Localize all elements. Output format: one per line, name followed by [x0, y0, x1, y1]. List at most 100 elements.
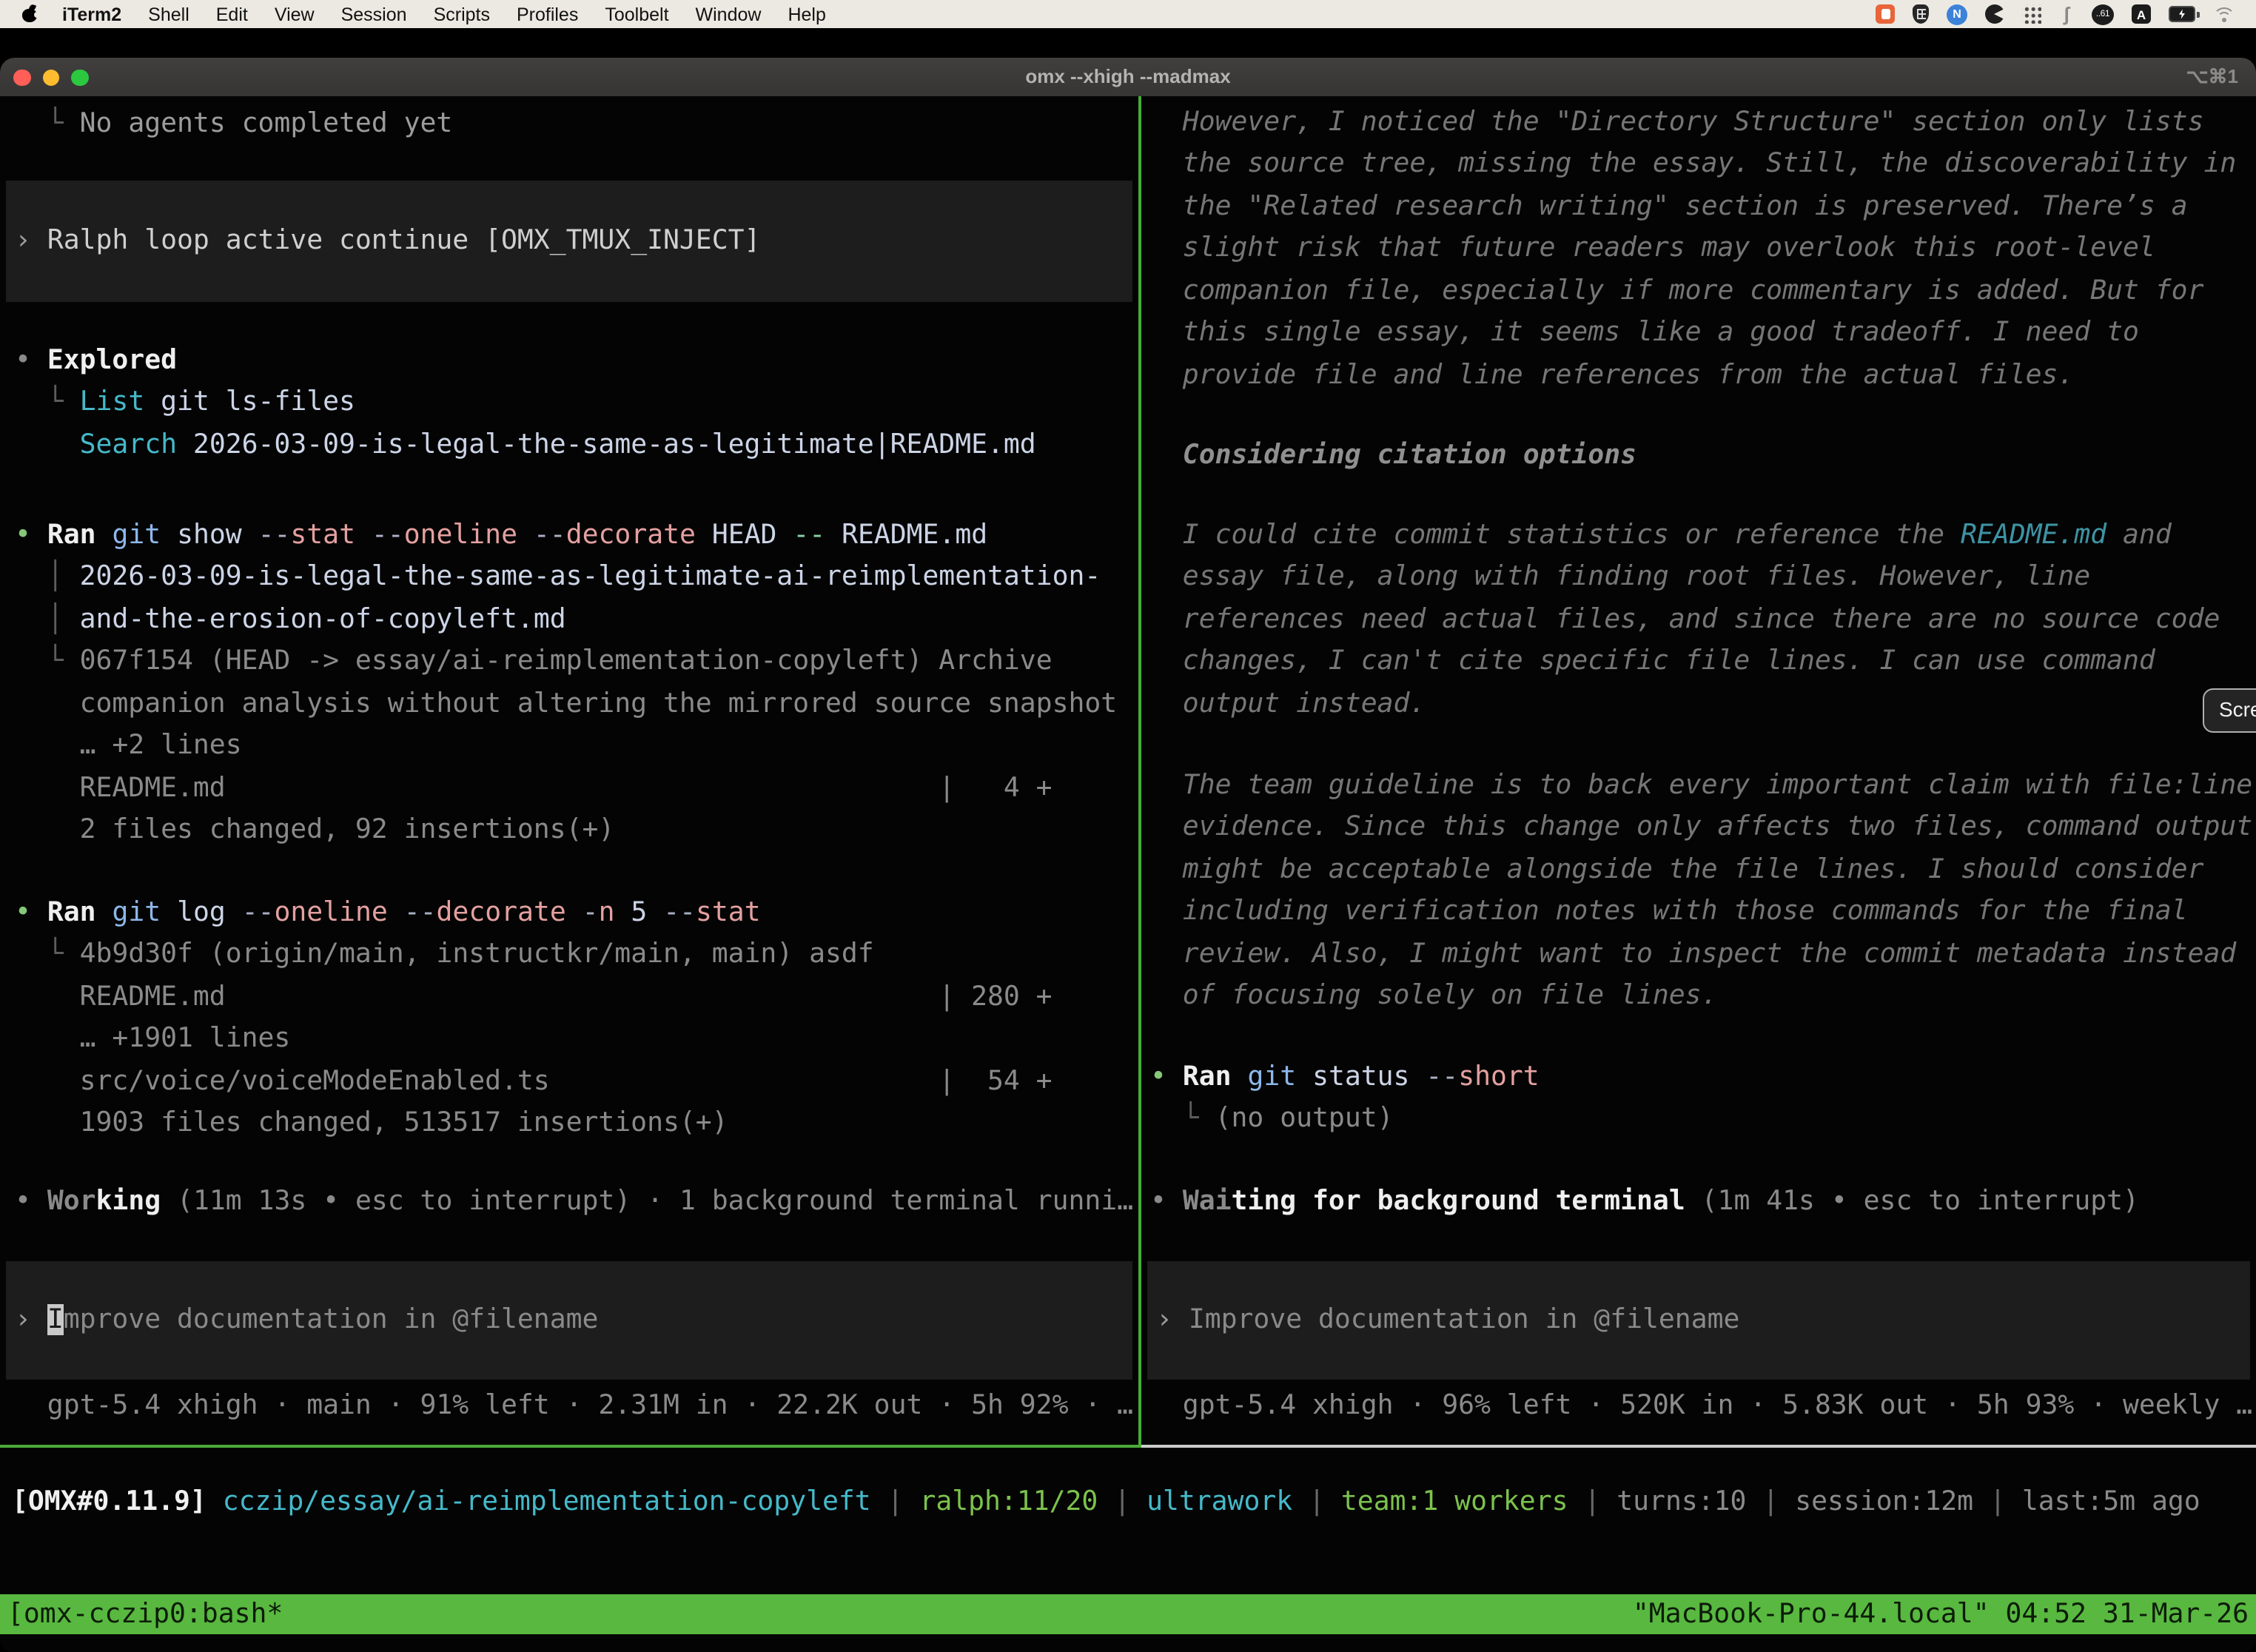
- term-segment: I: [47, 1304, 64, 1335]
- menu-item-view[interactable]: View: [275, 4, 315, 24]
- term-segment: README.md | 280 +: [15, 981, 1053, 1013]
- term-line: README.md | 4 +: [15, 768, 1138, 810]
- term-segment: ting for background terminal: [1232, 1186, 1685, 1217]
- term-line: • Ran git show --stat --oneline --decora…: [15, 515, 1138, 557]
- term-segment: |: [871, 1486, 920, 1517]
- term-line: I could cite commit statistics or refere…: [1150, 515, 2256, 557]
- window-title: omx --xhigh --madmax: [0, 58, 2256, 96]
- letter-a-badge-icon[interactable]: A: [2132, 4, 2151, 24]
- terminal-block: • Ran git status --short └ (no output): [1150, 1057, 2256, 1141]
- terminal-block: However, I noticed the "Directory Struct…: [1150, 102, 2256, 397]
- term-segment: -: [583, 897, 599, 928]
- term-line: evidence. Since this change only affects…: [1150, 807, 2256, 850]
- dots-grid-icon[interactable]: [2022, 4, 2041, 24]
- tmux-status-bar: [omx-cczip0:bash* "MacBook-Pro-44.local"…: [0, 1594, 2256, 1634]
- menu-item-session[interactable]: Session: [341, 4, 407, 24]
- term-line: might be acceptable alongside the file l…: [1150, 850, 2256, 892]
- menu-item-iterm2[interactable]: iTerm2: [62, 4, 121, 24]
- term-line: 2 files changed, 92 insertions(+): [15, 810, 1138, 852]
- terminal-block: • Ran git log --oneline --decorate -n 5 …: [15, 893, 1138, 1145]
- term-segment: gpt-5.4 xhigh · 96% left · 520K in · 5.8…: [1150, 1390, 2252, 1421]
- term-segment: ultrawork: [1147, 1486, 1292, 1517]
- term-segment: 1903 files changed, 513517 insertions(+): [15, 1107, 728, 1138]
- term-segment: … +1901 lines: [15, 1024, 290, 1055]
- window-shortcut-badge: ⌥⌘1: [2186, 58, 2238, 96]
- term-segment: •: [15, 897, 47, 928]
- term-segment: Ran: [47, 897, 113, 928]
- term-segment: --: [372, 520, 404, 551]
- term-segment: king: [96, 1186, 161, 1217]
- term-segment: |: [1973, 1486, 2022, 1517]
- apple-icon[interactable]: [22, 6, 38, 22]
- term-segment: README.md: [842, 520, 987, 551]
- term-line: provide file and line references from th…: [1150, 355, 2256, 397]
- prompt-input-right[interactable]: › Improve documentation in @filename: [1147, 1261, 2250, 1380]
- term-segment: this single essay, it seems like a good …: [1150, 317, 2139, 348]
- window-title-bar[interactable]: omx --xhigh --madmax ⌥⌘1: [0, 58, 2256, 96]
- blue-badge-icon[interactable]: N: [1947, 4, 1967, 24]
- term-segment: companion analysis without altering the …: [15, 688, 1117, 719]
- term-segment: Explored: [47, 345, 177, 376]
- pane-divider-vertical[interactable]: [1138, 96, 1141, 1445]
- chat-badge-icon[interactable]: [1876, 4, 1895, 24]
- term-segment: (1m 41s • esc to interrupt): [1685, 1186, 2139, 1217]
- menu-item-profiles[interactable]: Profiles: [517, 4, 578, 24]
- term-line: Search 2026-03-09-is-legal-the-same-as-l…: [15, 425, 1138, 467]
- terminal-pane-right[interactable]: › Improve documentation in @filename How…: [1141, 96, 2256, 1445]
- hook-icon[interactable]: [2059, 4, 2074, 24]
- term-segment: ›: [15, 1304, 47, 1335]
- term-segment: the "Related research writing" section i…: [1150, 191, 2188, 222]
- menu-item-toolbelt[interactable]: Toolbelt: [605, 4, 668, 24]
- shield-grid-icon[interactable]: [1913, 4, 1929, 24]
- menu-status-icons: N ..61 A: [1876, 4, 2235, 24]
- menu-item-window[interactable]: Window: [696, 4, 762, 24]
- term-segment: (no output): [1215, 1104, 1394, 1135]
- menu-item-edit[interactable]: Edit: [216, 4, 248, 24]
- term-segment: HEAD: [712, 520, 793, 551]
- menu-item-shell[interactable]: Shell: [148, 4, 189, 24]
- term-line: Considering citation options: [1150, 435, 2256, 477]
- term-line: of focusing solely on file lines.: [1150, 976, 2256, 1018]
- term-segment: slight risk that future readers may over…: [1150, 233, 2155, 264]
- term-line: including verification notes with those …: [1150, 892, 2256, 934]
- term-segment: [207, 1486, 223, 1517]
- wedge-icon[interactable]: [1985, 4, 2004, 24]
- term-segment: essay file, along with finding root file…: [1150, 562, 2090, 593]
- term-segment: src/voice/voiceModeEnabled.ts | 54 +: [15, 1066, 1053, 1097]
- term-line: slight risk that future readers may over…: [1150, 229, 2256, 271]
- screen-overlay-tooltip: Scre: [2203, 688, 2256, 733]
- term-segment: •: [1150, 1186, 1183, 1217]
- term-segment: --: [404, 897, 437, 928]
- tmux-host-clock: "MacBook-Pro-44.local" 04:52 31-Mar-26: [1633, 1594, 2249, 1634]
- menu-item-scripts[interactable]: Scripts: [434, 4, 490, 24]
- term-line: The team guideline is to back every impo…: [1150, 765, 2256, 807]
- term-segment: └: [15, 108, 80, 139]
- term-line: • Ran git status --short: [1150, 1057, 2256, 1099]
- prompt-input-right-text: › Improve documentation in @filename: [1147, 1300, 1739, 1342]
- term-segment: 5: [631, 897, 663, 928]
- term-line: gpt-5.4 xhigh · 96% left · 520K in · 5.8…: [1150, 1386, 2256, 1428]
- term-segment: log: [177, 897, 242, 928]
- term-segment: evidence. Since this change only affects…: [1150, 812, 2252, 843]
- term-segment: •: [1150, 1061, 1183, 1092]
- term-segment: •: [15, 520, 47, 551]
- term-line: review. Also, I might want to inspect th…: [1150, 934, 2256, 976]
- term-segment: output instead.: [1150, 688, 1426, 719]
- term-segment: turns:10: [1617, 1486, 1746, 1517]
- terminal-pane-left[interactable]: › Ralph loop active continue [OMX_TMUX_I…: [0, 96, 1138, 1445]
- wifi-icon[interactable]: [2213, 6, 2235, 22]
- term-line: │ and-the-erosion-of-copyleft.md: [15, 600, 1138, 642]
- term-segment: |: [1568, 1486, 1617, 1517]
- term-segment: |: [1746, 1486, 1795, 1517]
- term-line: However, I noticed the "Directory Struct…: [1150, 102, 2256, 144]
- term-segment: git: [112, 897, 177, 928]
- menu-item-help[interactable]: Help: [788, 4, 825, 24]
- term-segment: ralph:11/20: [919, 1486, 1098, 1517]
- ralph-loop-banner[interactable]: › Ralph loop active continue [OMX_TMUX_I…: [6, 181, 1132, 302]
- battery-icon[interactable]: [2169, 6, 2195, 22]
- term-segment: └: [1150, 1104, 1215, 1135]
- term-segment: cczip/essay/ai-reimplementation-copyleft: [223, 1486, 871, 1517]
- prompt-input-left[interactable]: › Improve documentation in @filename: [6, 1261, 1132, 1380]
- usage-badge-icon[interactable]: ..61: [2092, 4, 2114, 24]
- app-menus: iTerm2 Shell Edit View Session Scripts Profile…: [62, 4, 826, 24]
